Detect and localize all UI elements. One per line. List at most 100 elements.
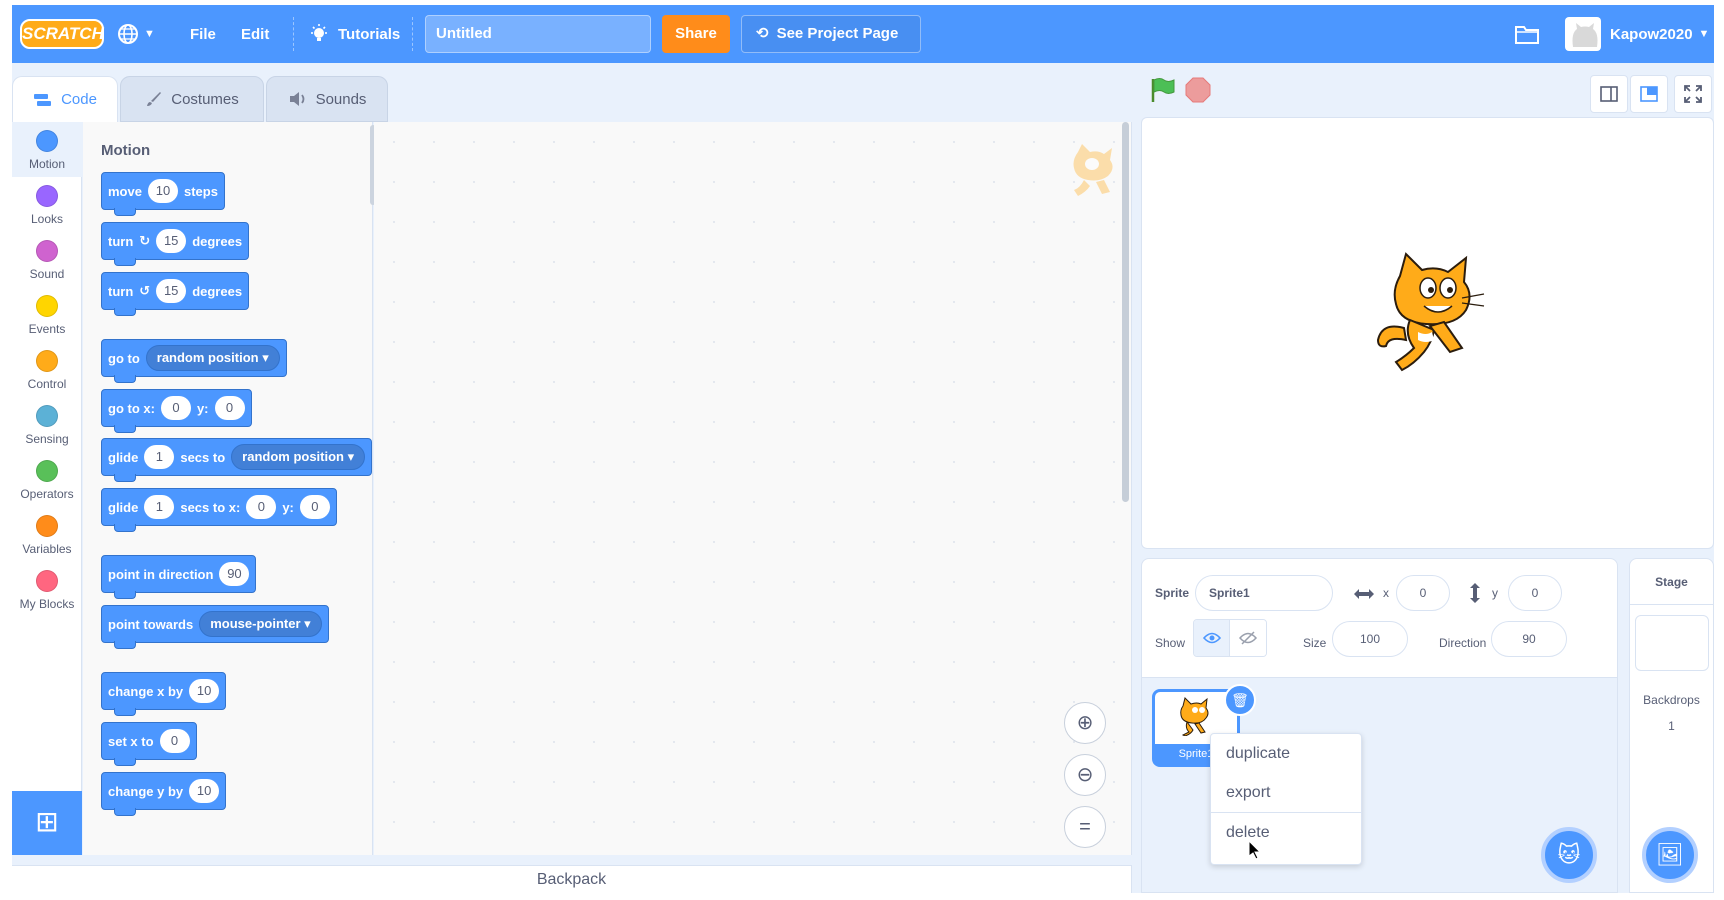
block-text: go to bbox=[108, 350, 140, 366]
choose-sprite-button[interactable]: 🐱 bbox=[1541, 827, 1597, 883]
sprite-name-input[interactable]: Sprite1 bbox=[1195, 575, 1333, 611]
category-sensing[interactable]: Sensing bbox=[12, 397, 82, 452]
tab-costumes[interactable]: Costumes bbox=[120, 76, 264, 122]
zoom-reset-button[interactable]: = bbox=[1064, 806, 1106, 848]
y-input[interactable]: 0 bbox=[214, 396, 245, 420]
language-menu[interactable]: ▼ bbox=[116, 5, 155, 63]
see-project-page-button[interactable]: ⟲ See Project Page bbox=[741, 15, 921, 53]
backpack-bar[interactable]: Backpack bbox=[12, 865, 1132, 893]
y-position-icon bbox=[1470, 583, 1480, 603]
degrees-input[interactable]: 15 bbox=[156, 279, 187, 303]
category-sound[interactable]: Sound bbox=[12, 232, 82, 287]
point-towards-dropdown[interactable]: mouse-pointer bbox=[199, 611, 322, 637]
category-variables[interactable]: Variables bbox=[12, 507, 82, 562]
y-input[interactable]: 0 bbox=[299, 495, 330, 519]
add-extension-button[interactable]: ⊞ bbox=[12, 791, 82, 855]
scratch-logo[interactable]: SCRATCH bbox=[20, 19, 104, 49]
context-menu-duplicate[interactable]: duplicate bbox=[1211, 734, 1361, 773]
cat-thumbnail-icon bbox=[1180, 697, 1209, 736]
y-position-input[interactable]: 0 bbox=[1508, 575, 1562, 611]
zoom-in-button[interactable]: ⊕ bbox=[1064, 702, 1106, 744]
block-go-to-xy[interactable]: go to x: 0 y: 0 bbox=[101, 389, 252, 433]
stage-thumbnail[interactable] bbox=[1634, 615, 1709, 671]
direction-input[interactable]: 90 bbox=[219, 562, 250, 586]
size-input[interactable]: 100 bbox=[1332, 621, 1408, 657]
delete-sprite-button[interactable]: 🗑 bbox=[1224, 684, 1256, 716]
variables-dot-icon bbox=[36, 515, 58, 537]
x-input[interactable]: 0 bbox=[246, 495, 277, 519]
block-turn-left[interactable]: turn ↺ 15 degrees bbox=[101, 272, 250, 316]
block-point-towards[interactable]: point towards mouse-pointer bbox=[101, 605, 329, 649]
cat-sprite-icon bbox=[1376, 252, 1485, 372]
chevron-down-icon: ▼ bbox=[144, 28, 155, 40]
sprite-name-label: Sprite bbox=[1155, 586, 1190, 600]
account-menu[interactable]: Kapow2020 ▼ bbox=[1610, 5, 1709, 63]
set-x-input[interactable]: 0 bbox=[159, 729, 190, 753]
script-area-scrollbar[interactable] bbox=[1122, 122, 1129, 502]
tab-code[interactable]: Code bbox=[12, 76, 118, 122]
go-to-target-dropdown[interactable]: random position bbox=[145, 345, 280, 371]
change-x-input[interactable]: 10 bbox=[189, 679, 220, 703]
project-title-input[interactable]: Untitled bbox=[425, 15, 651, 53]
stage-canvas[interactable] bbox=[1141, 117, 1714, 549]
context-menu-delete[interactable]: delete bbox=[1211, 812, 1361, 851]
zoom-out-button[interactable]: ⊖ bbox=[1064, 754, 1106, 796]
block-change-y[interactable]: change y by 10 bbox=[101, 772, 227, 816]
category-control[interactable]: Control bbox=[12, 342, 82, 397]
change-y-input[interactable]: 10 bbox=[189, 779, 220, 803]
small-stage-button[interactable] bbox=[1590, 75, 1628, 113]
script-area[interactable] bbox=[374, 122, 1132, 855]
choose-backdrop-button[interactable]: 🖼 bbox=[1642, 827, 1698, 883]
zoom-in-icon: ⊕ bbox=[1076, 712, 1094, 734]
x-position-input[interactable]: 0 bbox=[1396, 575, 1450, 611]
category-label: Looks bbox=[30, 212, 64, 226]
tab-sounds[interactable]: Sounds bbox=[266, 76, 388, 122]
block-go-to[interactable]: go to random position bbox=[101, 339, 287, 383]
category-my-blocks[interactable]: My Blocks bbox=[12, 562, 82, 617]
category-events[interactable]: Events bbox=[12, 287, 82, 342]
block-glide-to[interactable]: glide 1 secs to random position bbox=[101, 438, 372, 482]
steps-input[interactable]: 10 bbox=[147, 179, 178, 203]
backdrops-label: Backdrops bbox=[1643, 693, 1700, 707]
glide-target-dropdown[interactable]: random position bbox=[231, 444, 366, 470]
folder-icon bbox=[1515, 26, 1539, 44]
stop-button[interactable] bbox=[1185, 77, 1211, 103]
block-set-x[interactable]: set x to 0 bbox=[101, 722, 197, 766]
block-text: secs to bbox=[180, 449, 226, 465]
show-label: Show bbox=[1155, 636, 1186, 650]
block-glide-to-xy[interactable]: glide 1 secs to x: 0 y: 0 bbox=[101, 488, 337, 532]
avatar[interactable] bbox=[1565, 17, 1601, 51]
category-operators[interactable]: Operators bbox=[12, 452, 82, 507]
file-menu[interactable]: File bbox=[190, 5, 216, 63]
share-button[interactable]: Share bbox=[662, 15, 730, 53]
secs-input[interactable]: 1 bbox=[144, 495, 175, 519]
show-hidden-button[interactable] bbox=[1230, 620, 1266, 656]
visibility-toggle bbox=[1193, 619, 1267, 657]
user-cat-icon bbox=[1572, 23, 1598, 47]
my-stuff-button[interactable] bbox=[1514, 5, 1540, 63]
speaker-icon bbox=[289, 92, 304, 106]
see-project-page-label: See Project Page bbox=[776, 25, 899, 42]
large-stage-button[interactable] bbox=[1630, 75, 1668, 113]
category-label: Control bbox=[27, 377, 67, 391]
category-looks[interactable]: Looks bbox=[12, 177, 82, 232]
edit-menu[interactable]: Edit bbox=[241, 5, 269, 63]
secs-input[interactable]: 1 bbox=[144, 445, 175, 469]
block-change-x[interactable]: change x by 10 bbox=[101, 672, 227, 716]
fullscreen-button[interactable] bbox=[1674, 75, 1712, 113]
category-label: Operators bbox=[20, 487, 74, 501]
context-menu-export[interactable]: export bbox=[1211, 773, 1361, 812]
tutorials-button[interactable]: Tutorials bbox=[308, 5, 400, 63]
block-move-steps[interactable]: move 10 steps bbox=[101, 172, 225, 216]
show-visible-button[interactable] bbox=[1194, 620, 1231, 656]
block-text: glide bbox=[108, 499, 139, 515]
category-motion[interactable]: Motion bbox=[12, 122, 82, 177]
degrees-input[interactable]: 15 bbox=[156, 229, 187, 253]
block-point-in-direction[interactable]: point in direction 90 bbox=[101, 555, 257, 599]
x-input[interactable]: 0 bbox=[160, 396, 191, 420]
category-label: Motion bbox=[28, 157, 66, 171]
block-turn-right[interactable]: turn ↻ 15 degrees bbox=[101, 222, 250, 266]
direction-input[interactable]: 90 bbox=[1491, 621, 1567, 657]
green-flag-button[interactable] bbox=[1148, 76, 1176, 104]
add-sprite-cat-icon: 🐱 bbox=[1557, 842, 1581, 867]
